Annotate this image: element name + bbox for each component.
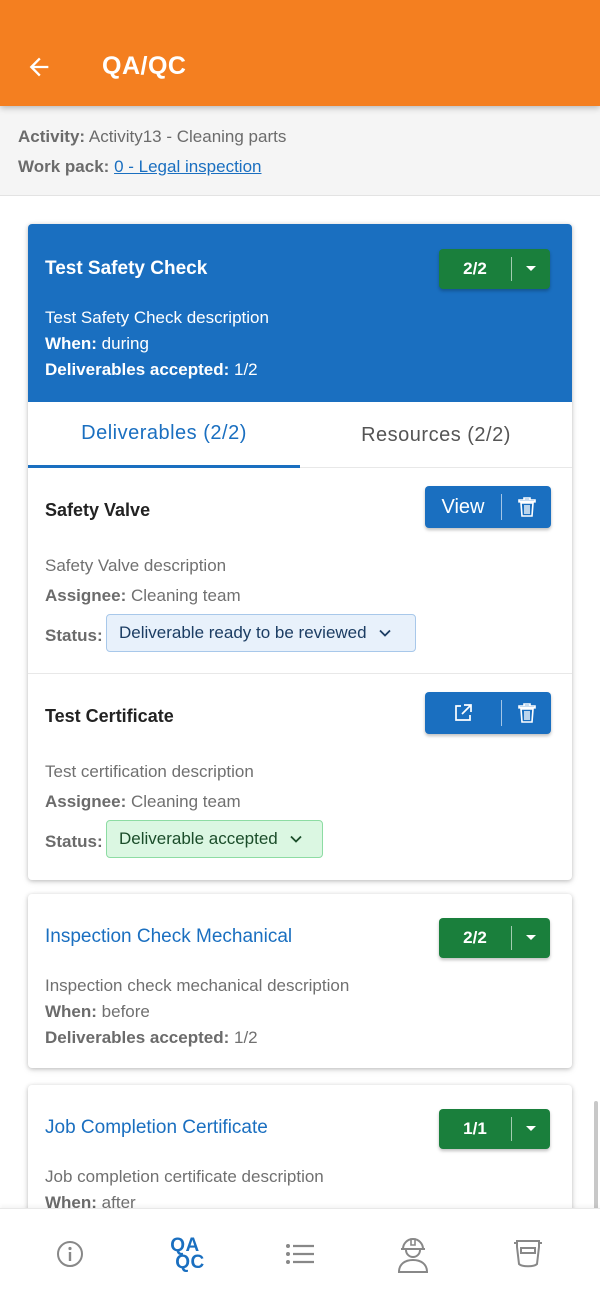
view-button[interactable]: View xyxy=(425,496,501,519)
bottom-nav: QA QC xyxy=(0,1208,600,1298)
qaqc-label-line2: QC xyxy=(175,1252,205,1273)
deliverable-action-button: View xyxy=(425,486,551,528)
activity-label: Activity: xyxy=(18,127,86,146)
page-title: QA/QC xyxy=(102,52,187,80)
deliverable-description: Test certification description xyxy=(45,762,254,781)
check-card[interactable]: Job Completion Certificate 1/1 Job compl… xyxy=(28,1085,572,1208)
nav-info[interactable] xyxy=(10,1209,130,1298)
assignee-label: Assignee: xyxy=(45,792,127,811)
check-count: 2/2 xyxy=(463,259,487,278)
arrow-left-icon xyxy=(29,57,49,77)
when-value: before xyxy=(101,1002,150,1021)
check-card-header[interactable]: Inspection Check Mechanical 2/2 Inspecti… xyxy=(28,894,572,1068)
chevron-down-icon xyxy=(378,629,391,637)
check-accepted: Deliverables accepted: 1/2 xyxy=(45,357,269,383)
accepted-label: Deliverables accepted: xyxy=(45,360,230,379)
delete-button[interactable] xyxy=(502,703,551,723)
accepted-label: Deliverables accepted: xyxy=(45,1028,230,1047)
check-title: Inspection Check Mechanical xyxy=(45,926,293,947)
checks-list[interactable]: Test Safety Check 2/2 Test Safety Check … xyxy=(0,196,600,1208)
deliverable-description: Safety Valve description xyxy=(45,556,227,575)
check-when: When: after xyxy=(45,1190,324,1208)
delete-button[interactable] xyxy=(502,497,551,517)
check-description: Test Safety Check description xyxy=(45,308,269,327)
external-link-icon xyxy=(455,704,472,721)
check-count-button[interactable]: 2/2 xyxy=(439,918,550,958)
workpack-link[interactable]: 0 - Legal inspection xyxy=(114,157,261,176)
chevron-down-icon xyxy=(290,835,302,843)
list-icon xyxy=(286,1244,314,1264)
nav-qaqc[interactable]: QA QC xyxy=(125,1209,245,1298)
check-count-button[interactable]: 1/1 xyxy=(439,1109,550,1149)
accepted-value: 1/2 xyxy=(234,360,258,379)
deliverable-item: Test Certificate Test certification desc… xyxy=(28,674,572,880)
status-dropdown[interactable]: Deliverable ready to be reviewed xyxy=(106,614,416,652)
when-value: during xyxy=(101,334,149,353)
assignee-label: Assignee: xyxy=(45,586,127,605)
assignee-value: Cleaning team xyxy=(130,586,241,605)
check-meta: Job completion certificate description W… xyxy=(45,1164,324,1208)
workpack-row: Work pack: 0 - Legal inspection xyxy=(18,156,582,186)
deliverable-name: Test Certificate xyxy=(45,706,174,726)
check-card[interactable]: Inspection Check Mechanical 2/2 Inspecti… xyxy=(28,894,572,1068)
check-count: 2/2 xyxy=(463,928,487,947)
deliverable-assignee: Assignee: Cleaning team xyxy=(45,792,241,812)
app-bar: QA/QC xyxy=(0,0,600,106)
check-when: When: before xyxy=(45,999,349,1025)
nav-worker[interactable] xyxy=(353,1209,473,1298)
check-count-button[interactable]: 2/2 xyxy=(439,249,550,289)
when-label: When: xyxy=(45,1193,97,1208)
when-label: When: xyxy=(45,334,97,353)
qaqc-label: QA QC xyxy=(165,1236,205,1273)
status-value: Deliverable accepted xyxy=(119,829,278,848)
activity-row: Activity: Activity13 - Cleaning parts xyxy=(18,126,582,156)
status-dropdown[interactable]: Deliverable accepted xyxy=(106,820,323,858)
open-external-button[interactable] xyxy=(425,703,501,723)
status-label: Status: xyxy=(45,832,103,851)
status-value: Deliverable ready to be reviewed xyxy=(119,623,367,642)
worker-icon xyxy=(397,1238,429,1273)
check-card-header[interactable]: Job Completion Certificate 1/1 Job compl… xyxy=(28,1085,572,1208)
tab-deliverables[interactable]: Deliverables (2/2) xyxy=(28,402,300,468)
caret-down-icon xyxy=(526,1126,536,1131)
caret-down-icon xyxy=(526,935,536,940)
tab-bar: Deliverables (2/2) Resources (2/2) xyxy=(28,402,572,468)
accepted-value: 1/2 xyxy=(234,1028,258,1047)
dropdown-toggle[interactable] xyxy=(512,265,550,273)
status-label: Status: xyxy=(45,626,103,645)
deliverable-item: Safety Valve View Safety Valve descripti… xyxy=(28,468,572,674)
dropdown-toggle[interactable] xyxy=(512,1125,550,1133)
activity-value: Activity13 - Cleaning parts xyxy=(88,127,287,146)
check-description: Job completion certificate description xyxy=(45,1167,324,1186)
assignee-value: Cleaning team xyxy=(130,792,241,811)
when-label: When: xyxy=(45,1002,97,1021)
info-icon xyxy=(57,1241,83,1267)
workpack-label: Work pack: xyxy=(18,157,110,176)
welding-mask-icon xyxy=(514,1240,542,1268)
deliverable-action-button xyxy=(425,692,551,734)
check-card: Test Safety Check 2/2 Test Safety Check … xyxy=(28,224,572,880)
deliverable-name: Safety Valve xyxy=(45,500,151,520)
when-value: after xyxy=(101,1193,136,1208)
trash-icon xyxy=(517,497,536,517)
caret-down-icon xyxy=(526,266,536,271)
scrollbar[interactable] xyxy=(594,1101,598,1208)
tab-resources[interactable]: Resources (2/2) xyxy=(300,402,572,468)
check-meta: Test Safety Check description When: duri… xyxy=(45,305,269,383)
back-button[interactable] xyxy=(22,50,56,84)
check-description: Inspection check mechanical description xyxy=(45,976,350,995)
deliverable-assignee: Assignee: Cleaning team xyxy=(45,586,241,606)
dropdown-toggle[interactable] xyxy=(512,934,550,942)
nav-mask[interactable] xyxy=(468,1209,588,1298)
check-accepted: Deliverables accepted: 1/2 xyxy=(45,1025,349,1051)
nav-list[interactable] xyxy=(240,1209,360,1298)
check-title: Test Safety Check xyxy=(45,258,208,279)
check-card-header[interactable]: Test Safety Check 2/2 Test Safety Check … xyxy=(28,224,572,402)
check-title: Job Completion Certificate xyxy=(45,1117,268,1138)
check-count: 1/1 xyxy=(463,1119,487,1138)
check-when: When: during xyxy=(45,331,269,357)
check-meta: Inspection check mechanical description … xyxy=(45,973,349,1051)
activity-info: Activity: Activity13 - Cleaning parts Wo… xyxy=(0,106,600,196)
trash-icon xyxy=(517,703,536,723)
